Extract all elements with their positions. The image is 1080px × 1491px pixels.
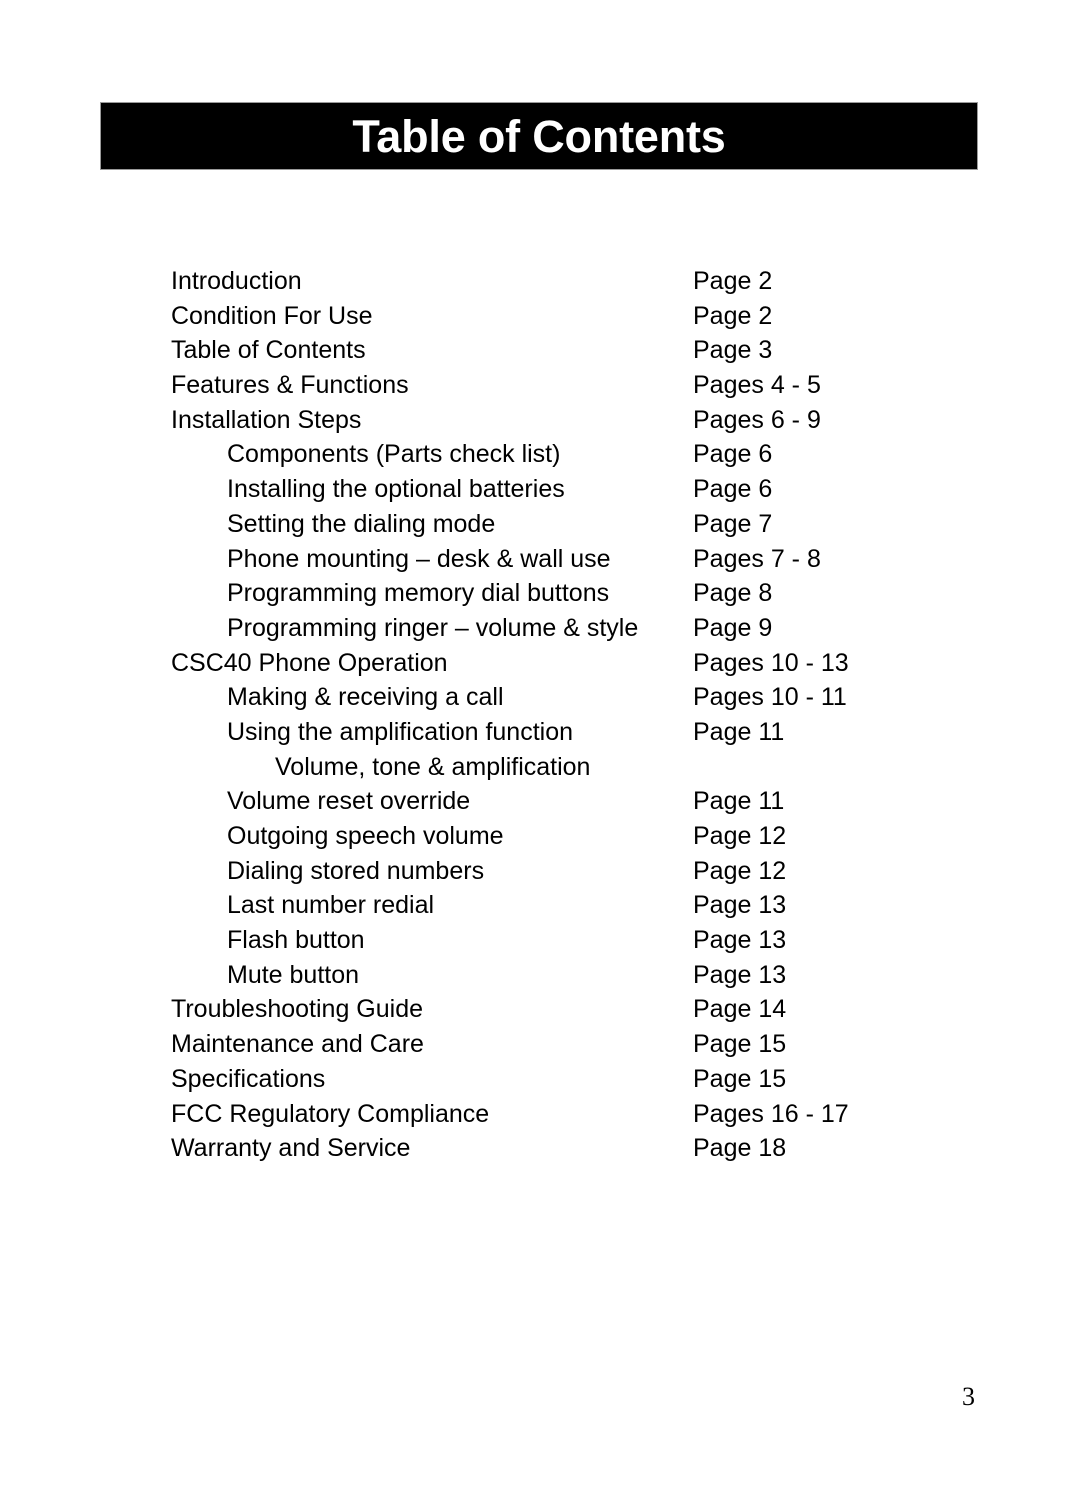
toc-entry-page: Page 2: [693, 267, 773, 295]
toc-row[interactable]: Installation Steps Pages 6 - 9: [171, 403, 961, 438]
toc-entry-page: Page 7: [693, 509, 773, 538]
table-of-contents-list: Introduction Page 2 Condition For Use Page …: [171, 264, 961, 1166]
toc-entry-page: Page 11: [693, 787, 785, 816]
toc-entry-page: Page 6: [693, 475, 773, 504]
footer-page-number: 3: [962, 1382, 975, 1411]
toc-entry-page: Pages 4 - 5: [693, 371, 821, 400]
toc-row[interactable]: Dialing stored numbers Page 12: [171, 854, 961, 889]
toc-entry-label: Mute button: [227, 960, 360, 989]
toc-entry-label: Maintenance and Care: [171, 1030, 424, 1059]
toc-entry-label: Phone mounting – desk & wall use: [227, 544, 611, 573]
toc-entry-page: Page 12: [693, 822, 787, 850]
toc-row[interactable]: Maintenance and Care Page 15: [171, 1027, 961, 1062]
toc-row[interactable]: Volume reset override Page 11: [171, 784, 961, 819]
toc-row[interactable]: Features & Functions Pages 4 - 5: [171, 368, 961, 403]
toc-row[interactable]: Outgoing speech volume Page 12: [171, 819, 961, 854]
toc-row[interactable]: FCC Regulatory Compliance Pages 16 - 17: [171, 1097, 961, 1132]
toc-row[interactable]: Components (Parts check list) Page 6: [171, 437, 961, 472]
toc-entry-label: Warranty and Service: [171, 1134, 411, 1163]
toc-row[interactable]: Warranty and Service Page 18: [171, 1131, 961, 1166]
toc-entry-page: Page 15: [693, 1064, 787, 1093]
toc-entry-label: Programming ringer – volume & style: [227, 613, 639, 642]
toc-row[interactable]: Installing the optional batteries Page 6: [171, 472, 961, 507]
toc-entry-label: Volume reset override: [227, 787, 471, 816]
toc-entry-label: Volume, tone & amplification: [275, 752, 591, 781]
toc-entry-page: Pages 7 - 8: [693, 544, 821, 573]
toc-entry-label: Troubleshooting Guide: [171, 995, 424, 1024]
toc-row[interactable]: Specifications Page 15: [171, 1062, 961, 1097]
toc-entry-label: Condition For Use: [171, 301, 373, 330]
toc-row[interactable]: Mute button Page 13: [171, 958, 961, 993]
toc-row[interactable]: Setting the dialing mode Page 7: [171, 507, 961, 542]
toc-entry-label: FCC Regulatory Compliance: [171, 1099, 490, 1128]
toc-entry-page: Page 8: [693, 579, 773, 608]
toc-entry-page: Page 13: [693, 926, 787, 955]
toc-entry-label: Installation Steps: [171, 405, 362, 434]
toc-entry-label: Making & receiving a call: [227, 683, 504, 712]
toc-entry-label: Outgoing speech volume: [227, 822, 504, 850]
toc-entry-page: Page 2: [693, 301, 773, 330]
toc-entry-page: Page 11: [693, 717, 785, 746]
page-title: Table of Contents: [352, 110, 726, 162]
toc-entry-label: Programming memory dial buttons: [227, 579, 610, 608]
toc-entry-page: Pages 10 - 11: [693, 683, 847, 712]
toc-entry-label: Setting the dialing mode: [227, 509, 496, 538]
toc-entry-page: Page 15: [693, 1030, 787, 1059]
toc-entry-label: Flash button: [227, 926, 365, 955]
toc-entry-page: Page 6: [693, 440, 773, 469]
toc-row[interactable]: CSC40 Phone Operation Pages 10 - 13: [171, 646, 961, 681]
toc-entry-page: Page 14: [693, 995, 787, 1024]
toc-row[interactable]: Flash button Page 13: [171, 923, 961, 958]
toc-row[interactable]: Using the amplification function Page 11: [171, 715, 961, 750]
toc-row[interactable]: Volume, tone & amplification: [171, 750, 961, 785]
toc-entry-page: Page 3: [693, 336, 773, 365]
toc-row[interactable]: Condition For Use Page 2: [171, 299, 961, 334]
toc-entry-label: Last number redial: [227, 891, 435, 920]
toc-entry-page: Page 13: [693, 960, 787, 989]
toc-row[interactable]: Troubleshooting Guide Page 14: [171, 992, 961, 1027]
toc-entry-label: Installing the optional batteries: [227, 475, 565, 504]
toc-row[interactable]: Last number redial Page 13: [171, 888, 961, 923]
toc-entry-page: Pages 6 - 9: [693, 405, 821, 434]
toc-entry-label: Features & Functions: [171, 371, 409, 400]
toc-row[interactable]: Phone mounting – desk & wall use Pages 7 …: [171, 542, 961, 577]
toc-entry-page: Page 13: [693, 891, 787, 920]
toc-row[interactable]: Introduction Page 2: [171, 264, 961, 299]
toc-entry-label: Table of Contents: [171, 336, 366, 365]
toc-entry-label: Using the amplification function: [227, 717, 574, 746]
toc-entry-label: CSC40 Phone Operation: [171, 648, 448, 677]
toc-row[interactable]: Programming ringer – volume & style Page …: [171, 611, 961, 646]
toc-entry-page: Pages 10 - 13: [693, 648, 849, 677]
toc-entry-label: Introduction: [171, 267, 302, 295]
toc-entry-page: Page 12: [693, 856, 787, 885]
page-title-banner: Table of Contents: [100, 102, 978, 170]
toc-entry-label: Specifications: [171, 1064, 326, 1093]
toc-entry-page: Page 18: [693, 1134, 787, 1163]
toc-entry-label: Dialing stored numbers: [227, 856, 485, 885]
toc-entry-page: Pages 16 - 17: [693, 1099, 849, 1128]
toc-row[interactable]: Making & receiving a call Pages 10 - 11: [171, 680, 961, 715]
toc-row[interactable]: Programming memory dial buttons Page 8: [171, 576, 961, 611]
toc-row[interactable]: Table of Contents Page 3: [171, 333, 961, 368]
toc-entry-label: Components (Parts check list): [227, 440, 561, 469]
toc-entry-page: Page 9: [693, 613, 773, 642]
